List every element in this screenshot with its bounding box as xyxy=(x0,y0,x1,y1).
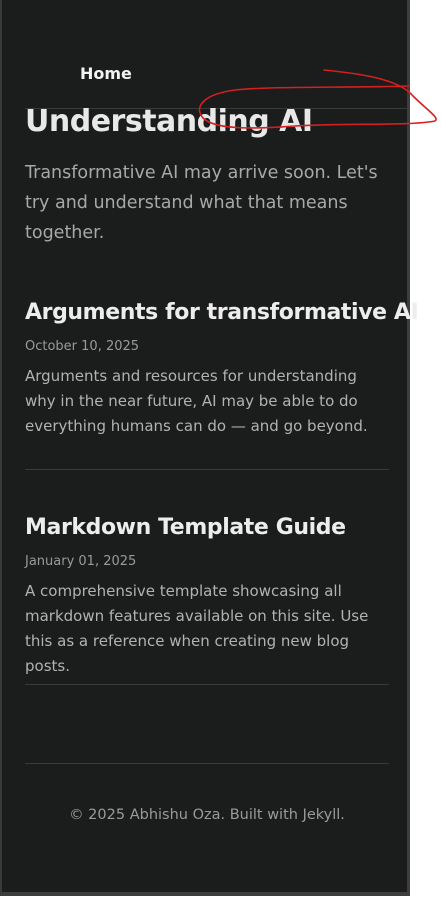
footer-text: © 2025 Abhishu Oza. Built with Jekyll. xyxy=(69,807,345,823)
post-title-link[interactable]: Arguments for transformative AI xyxy=(25,300,419,325)
red-annotation-scribble xyxy=(198,69,437,129)
page-subtitle: Transformative AI may arrive soon. Let's… xyxy=(25,163,378,243)
post-item: Markdown Template Guide January 01, 2025… xyxy=(25,515,389,679)
nav-home-link[interactable]: Home xyxy=(80,64,132,83)
post-date: October 10, 2025 xyxy=(25,339,140,354)
footer-divider xyxy=(25,763,389,764)
post-excerpt: Arguments and resources for understandin… xyxy=(25,367,368,435)
post-divider xyxy=(25,469,389,470)
post-divider xyxy=(25,684,389,685)
post-title-link[interactable]: Markdown Template Guide xyxy=(25,515,389,540)
post-date: January 01, 2025 xyxy=(25,554,137,569)
post-excerpt: A comprehensive template showcasing all … xyxy=(25,582,369,675)
post-item: Arguments for transformative AI October … xyxy=(25,300,419,439)
